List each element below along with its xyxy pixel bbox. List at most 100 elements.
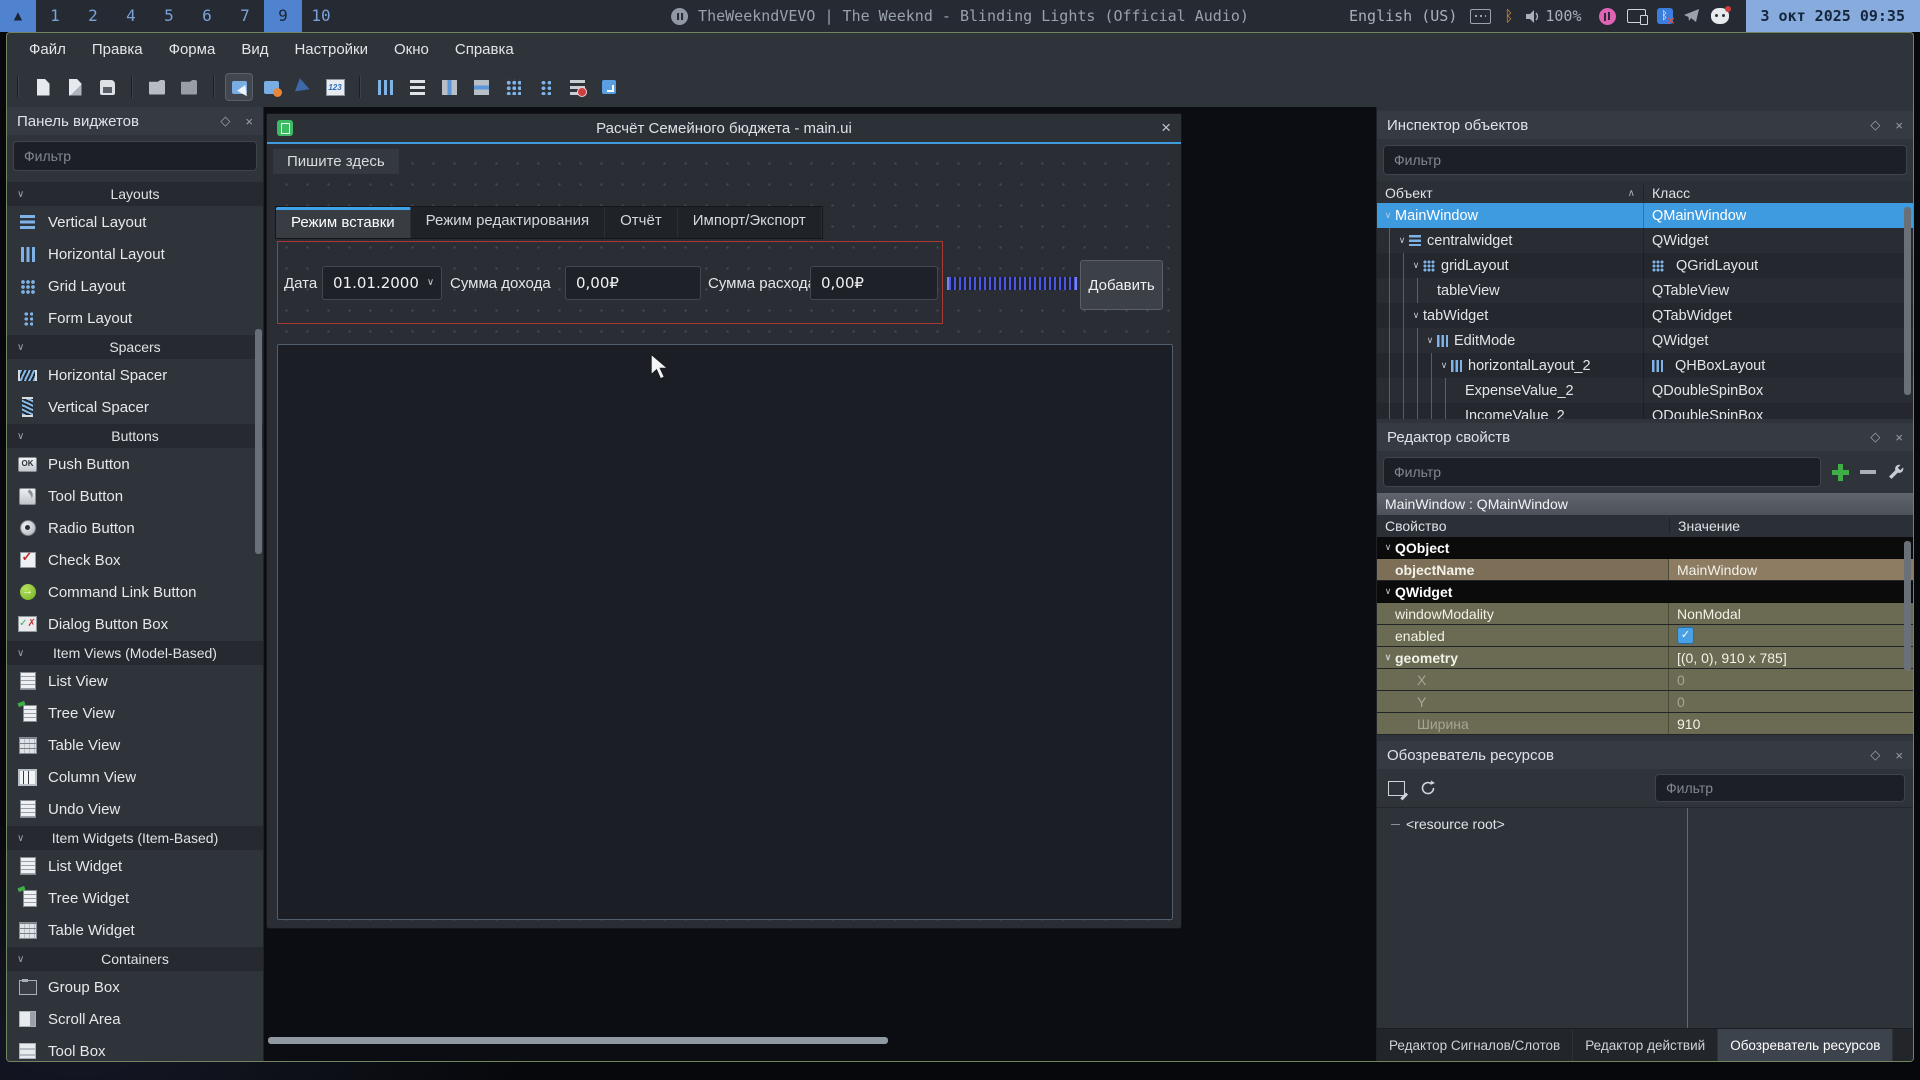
property-filter-input[interactable]	[1383, 457, 1821, 487]
inspector-row-horizontallayout-2[interactable]: ∨horizontalLayout_2QHBoxLayout	[1377, 353, 1913, 378]
keyboard-layout[interactable]: English (US)	[1349, 7, 1457, 25]
inspector-row-gridlayout[interactable]: ∨gridLayoutQGridLayout	[1377, 253, 1913, 278]
inspector-row-tabwidget[interactable]: ∨tabWidgetQTabWidget	[1377, 303, 1913, 328]
widget-item-list-view[interactable]: List View	[7, 665, 263, 697]
tab-отчёт[interactable]: Отчёт	[605, 207, 678, 238]
widget-box-section-buttons[interactable]: ∨Buttons	[7, 424, 263, 448]
layout-form-icon[interactable]	[531, 73, 559, 101]
widget-box-scrollbar[interactable]	[255, 329, 262, 554]
inspector-row-mainwindow[interactable]: ∨MainWindowQMainWindow	[1377, 203, 1913, 228]
new-form-icon[interactable]	[29, 73, 57, 101]
layout-splitter-horizontal-icon[interactable]	[435, 73, 463, 101]
widget-item-grid-layout[interactable]: Grid Layout	[7, 270, 263, 302]
edit-tab-order-icon[interactable]: 123	[321, 73, 349, 101]
workspace-4[interactable]: 4	[112, 0, 150, 32]
layout-splitter-vertical-icon[interactable]	[467, 73, 495, 101]
save-form-icon[interactable]	[93, 73, 121, 101]
layout-vertical-icon[interactable]	[403, 73, 431, 101]
workspace-10[interactable]: 10	[302, 0, 340, 32]
menu-item-окно[interactable]: Окно	[381, 33, 442, 67]
inspector-row-editmode[interactable]: ∨EditModeQWidget	[1377, 328, 1913, 353]
add-button[interactable]: Добавить	[1080, 260, 1163, 310]
mdi-horizontal-scrollbar[interactable]	[268, 1037, 888, 1044]
widget-item-command-link-button[interactable]: →Command Link Button	[7, 576, 263, 608]
workspace-9[interactable]: 9	[264, 0, 302, 32]
menu-item-файл[interactable]: Файл	[16, 33, 79, 67]
expander-chevron-icon[interactable]: ∨	[1409, 310, 1423, 321]
expander-chevron-icon[interactable]: ∨	[1395, 235, 1409, 246]
expander-chevron-icon[interactable]: ∨	[1381, 652, 1395, 663]
launcher-logo-icon[interactable]: ▲	[0, 0, 36, 32]
telegram-tray-icon[interactable]	[1684, 9, 1700, 23]
property-row-y[interactable]: Y0	[1377, 691, 1913, 713]
widget-item-vertical-spacer[interactable]: Vertical Spacer	[7, 391, 263, 423]
inspector-row-incomevalue-2[interactable]: IncomeValue_2QDoubleSpinBox	[1377, 403, 1913, 419]
form-window-titlebar[interactable]: Расчёт Семейного бюджета - main.ui ×	[267, 114, 1181, 142]
volume-status[interactable]: 100%	[1526, 7, 1581, 25]
horizontal-spacer-widget[interactable]	[947, 277, 1077, 290]
adjust-size-icon[interactable]	[595, 73, 623, 101]
income-spinbox[interactable]: 0,00₽	[565, 266, 701, 300]
edit-resources-button[interactable]	[1385, 777, 1407, 799]
edit-buddies-icon[interactable]	[289, 73, 317, 101]
workspace-5[interactable]: 5	[150, 0, 188, 32]
inspector-row-tableview[interactable]: tableViewQTableView	[1377, 278, 1913, 303]
widget-item-scroll-area[interactable]: Scroll Area	[7, 1003, 263, 1035]
workspace-2[interactable]: 2	[74, 0, 112, 32]
bluetooth-disconnected-tray-icon[interactable]: ᛒ	[1657, 8, 1673, 24]
property-group-qwidget[interactable]: ∨QWidget	[1377, 581, 1913, 603]
property-column-header[interactable]: Свойство Значение	[1377, 515, 1913, 538]
pause-icon[interactable]	[671, 8, 688, 25]
close-panel-icon[interactable]: ×	[1895, 118, 1903, 133]
layout-grid-icon[interactable]	[499, 73, 527, 101]
property-row-geometry[interactable]: ∨geometry[(0, 0), 910 x 785]	[1377, 647, 1913, 669]
widget-item-form-layout[interactable]: Form Layout	[7, 302, 263, 334]
configure-wrench-icon[interactable]	[1887, 463, 1905, 481]
reload-resources-button[interactable]	[1417, 777, 1439, 799]
widget-item-group-box[interactable]: Group Box	[7, 971, 263, 1003]
clock[interactable]: 3 окт 2025 09:35	[1746, 0, 1920, 32]
float-panel-icon[interactable]: ◇	[1870, 747, 1880, 763]
inspector-row-expensevalue-2[interactable]: ExpenseValue_2QDoubleSpinBox	[1377, 378, 1913, 403]
widget-item-list-widget[interactable]: List Widget	[7, 850, 263, 882]
resource-column-splitter[interactable]	[1687, 808, 1688, 1029]
widget-box-section-item-widgets-item-based[interactable]: ∨Item Widgets (Item-Based)	[7, 826, 263, 850]
property-row-objectname[interactable]: objectNameMainWindow	[1377, 559, 1913, 581]
workspace-1[interactable]: 1	[36, 0, 74, 32]
widget-item-tool-box[interactable]: Tool Box	[7, 1035, 263, 1061]
widget-box-section-item-views-model-based[interactable]: ∨Item Views (Model-Based)	[7, 641, 263, 665]
property-row-enabled[interactable]: enabled✓	[1377, 625, 1913, 647]
widget-filter-input[interactable]	[13, 141, 257, 171]
music-player-tray-icon[interactable]	[1599, 8, 1616, 25]
close-panel-icon[interactable]: ×	[1895, 430, 1903, 445]
open-form-icon[interactable]	[61, 73, 89, 101]
enabled-checkbox[interactable]: ✓	[1677, 627, 1694, 644]
resource-filter-input[interactable]	[1655, 774, 1905, 802]
widget-item-tree-view[interactable]: Tree View	[7, 697, 263, 729]
widget-item-tool-button[interactable]: Tool Button	[7, 480, 263, 512]
float-panel-icon[interactable]: ◇	[1870, 117, 1880, 133]
widget-item-tree-widget[interactable]: Tree Widget	[7, 882, 263, 914]
menu-item-правка[interactable]: Правка	[79, 33, 156, 67]
widget-item-push-button[interactable]: OKPush Button	[7, 448, 263, 480]
device-sync-tray-icon[interactable]	[1627, 9, 1646, 23]
bluetooth-status-icon[interactable]: ᛒ	[1504, 7, 1513, 25]
expander-chevron-icon[interactable]: ∨	[1437, 360, 1451, 371]
widget-box-section-spacers[interactable]: ∨Spacers	[7, 335, 263, 359]
form-close-icon[interactable]: ×	[1161, 118, 1171, 138]
remove-dynamic-property-icon[interactable]	[1859, 463, 1877, 481]
widget-item-table-view[interactable]: Table View	[7, 729, 263, 761]
inspector-filter-input[interactable]	[1383, 145, 1907, 175]
property-scrollbar[interactable]	[1904, 541, 1911, 671]
close-panel-icon[interactable]: ×	[245, 114, 253, 129]
widget-item-undo-view[interactable]: Undo View	[7, 793, 263, 825]
expander-chevron-icon[interactable]: ∨	[1381, 210, 1395, 221]
widget-item-horizontal-spacer[interactable]: Horizontal Spacer	[7, 359, 263, 391]
inspector-row-centralwidget[interactable]: ∨centralwidgetQWidget	[1377, 228, 1913, 253]
undo-icon[interactable]	[143, 73, 171, 101]
dock-tab-редактор-сигналов-слотов[interactable]: Редактор Сигналов/Слотов	[1377, 1029, 1573, 1061]
layout-horizontal-icon[interactable]	[371, 73, 399, 101]
break-layout-icon[interactable]	[563, 73, 591, 101]
widget-box-section-layouts[interactable]: ∨Layouts	[7, 182, 263, 206]
edit-widgets-icon[interactable]	[225, 73, 253, 101]
